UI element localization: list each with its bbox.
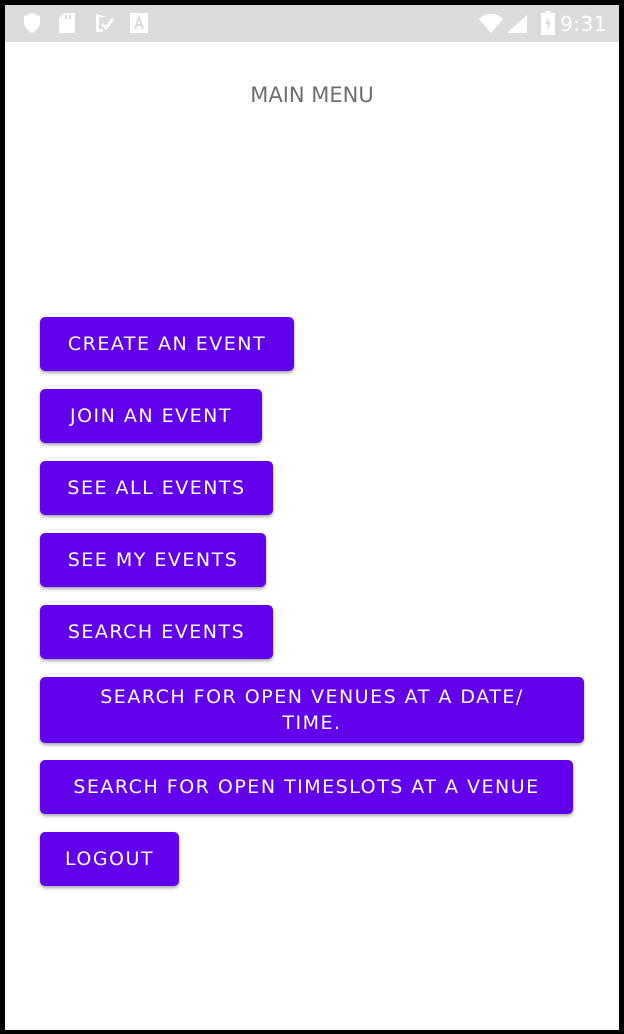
see-my-events-button[interactable]: SEE MY EVENTS <box>40 533 266 587</box>
shield-icon <box>22 12 42 38</box>
see-all-events-button[interactable]: SEE ALL EVENTS <box>40 461 273 515</box>
wifi-icon <box>478 13 504 39</box>
status-bar: 9:31 <box>5 5 619 42</box>
join-event-button[interactable]: JOIN AN EVENT <box>40 389 262 443</box>
logout-button[interactable]: LOGOUT <box>40 832 179 886</box>
status-time: 9:31 <box>560 12 607 36</box>
sd-card-icon <box>58 12 76 38</box>
search-open-venues-button[interactable]: SEARCH FOR OPEN VENUES AT A DATE/ TIME. <box>40 677 584 743</box>
text-a-icon <box>129 12 149 38</box>
battery-charging-icon <box>541 11 555 39</box>
search-open-timeslots-button[interactable]: SEARCH FOR OPEN TIMESLOTS AT A VENUE <box>40 760 573 814</box>
search-events-button[interactable]: SEARCH EVENTS <box>40 605 273 659</box>
page-title: MAIN MENU <box>250 83 374 107</box>
create-event-button[interactable]: CREATE AN EVENT <box>40 317 294 371</box>
app-screen: 9:31 MAIN MENU CREATE AN EVENT JOIN AN E… <box>5 5 619 1030</box>
download-check-icon <box>93 12 115 38</box>
cell-signal-icon <box>506 14 528 38</box>
